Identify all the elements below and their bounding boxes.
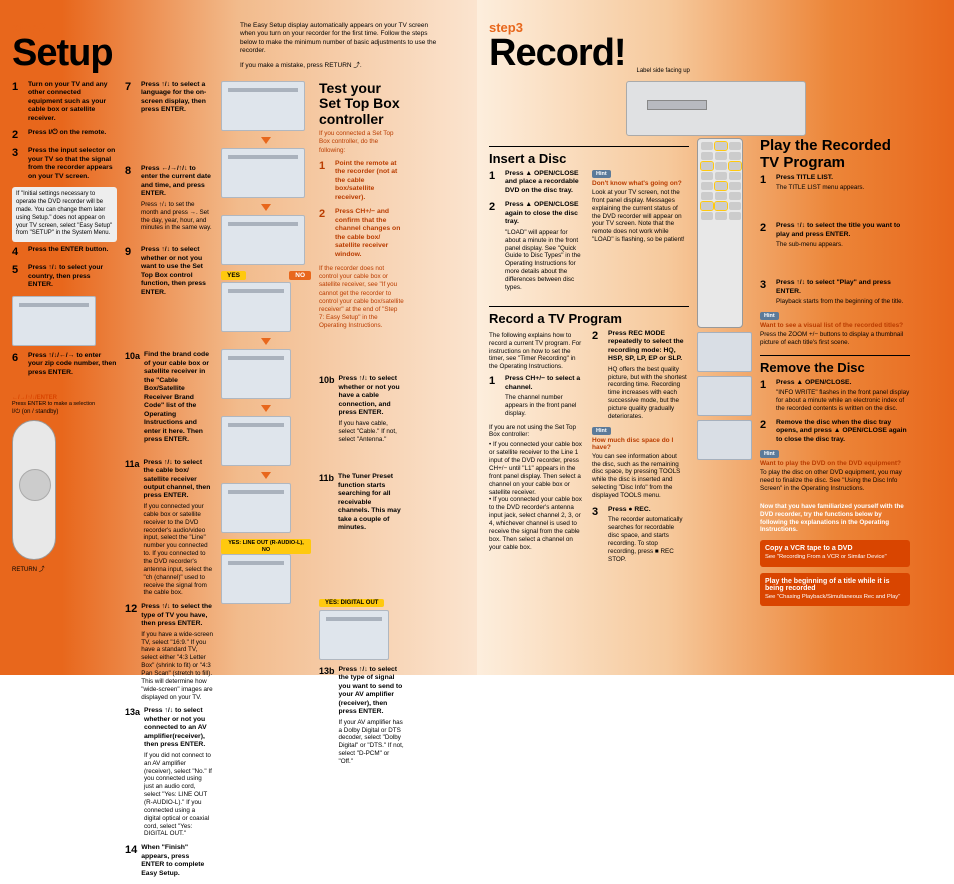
step-2: Press I/⏻ on the remote. xyxy=(28,129,106,141)
remote-label-return: RETURN ⤴ xyxy=(12,564,117,573)
rec-1: Press CH+/− to select a channel. xyxy=(505,375,584,392)
cta-chase-play: Play the beginning of a title while it i… xyxy=(760,573,910,607)
test-stb-title: Test your Set Top Box controller xyxy=(319,81,404,127)
setup-column-2: 7Press ↑/↓ to select a language for the … xyxy=(125,81,213,884)
screenshot-signal xyxy=(319,610,389,660)
setup-intro: The Easy Setup display automatically app… xyxy=(240,22,440,56)
play-2: Press ↑/↓ to select the title you want t… xyxy=(776,222,910,239)
insert-2: Press ▲ OPEN/CLOSE again to close the di… xyxy=(505,201,584,226)
step-9: Press ↑/↓ to select whether or not you w… xyxy=(141,246,213,297)
step-10a: Find the brand code of your cable box or… xyxy=(144,351,213,444)
remote-label-standby: I/⏻ (on / standby) xyxy=(12,409,117,416)
play-1: Press TITLE LIST. xyxy=(776,174,864,182)
hint-space-title: How much disc space do I have? xyxy=(592,437,687,451)
record-title: Record a TV Program xyxy=(489,306,689,326)
insert-1: Press ▲ OPEN/CLOSE and place a recordabl… xyxy=(505,170,584,195)
footer-lead: Now that you have familiarized yourself … xyxy=(760,503,910,534)
note-initial-settings: If "Initial settings necessary to operat… xyxy=(12,187,117,242)
step-1: Turn on your TV and any other connected … xyxy=(28,81,117,123)
chip-no: NO xyxy=(289,271,311,280)
test-stb-lead: If you connected a Set Top Box controlle… xyxy=(319,130,404,155)
screenshot-finish xyxy=(221,554,291,604)
screenshot-lang xyxy=(221,81,305,131)
hint-badge: Hint xyxy=(760,312,779,320)
hint-badge: Hint xyxy=(592,170,611,178)
hint-finalize-title: Want to play the DVD on the DVD equipmen… xyxy=(760,460,910,467)
page-setup: step2 Setup The Easy Setup display autom… xyxy=(0,0,477,675)
remove-2: Remove the disc when the disc tray opens… xyxy=(776,419,910,444)
hint-badge: Hint xyxy=(760,450,779,458)
step-4: Press the ENTER button. xyxy=(28,246,108,258)
remote-illustration xyxy=(12,420,56,560)
arrow-icon xyxy=(261,137,271,144)
hint-load-body: Look at your TV screen, not the front pa… xyxy=(592,189,687,244)
step-11b: The Tuner Preset function starts searchi… xyxy=(338,473,404,532)
record-lead: The following explains how to record a c… xyxy=(489,332,584,371)
test-warn: If the recorder does not control your ca… xyxy=(319,265,404,330)
title-record: Record! xyxy=(489,32,942,75)
screenshot-thumbnails xyxy=(697,420,752,460)
record-right-col: Play the Recorded TV Program 1Press TITL… xyxy=(760,138,910,606)
setup-intro2: If you make a mistake, press RETURN ⤴. xyxy=(240,62,390,70)
screenshot-brand xyxy=(221,282,291,332)
step-3: Press the input selector on your TV so t… xyxy=(28,147,117,181)
rec-2: Press REC MODE repeatedly to select the … xyxy=(608,330,687,364)
label-side-up: Label side facing up xyxy=(637,68,690,74)
setup-column-1: 1Turn on your TV and any other connected… xyxy=(12,81,117,884)
step-12: Press ↑/↓ to select the type of TV you h… xyxy=(141,603,213,628)
screenshot-output xyxy=(221,349,291,399)
step-14: When "Finish" appears, press ENTER to co… xyxy=(141,844,213,878)
screenshot-av xyxy=(221,483,291,533)
recorder-illustration: Label side facing up xyxy=(626,81,806,136)
hint-badge: Hint xyxy=(592,427,611,435)
screenshot-submenu xyxy=(697,376,752,416)
full-remote-illustration xyxy=(697,138,743,328)
rec-3: Press ● REC. xyxy=(608,506,687,514)
remote-hint-enter: Press ENTER to make a selection xyxy=(12,401,117,407)
test-step-2: Press CH+/− and confirm that the channel… xyxy=(335,208,404,259)
step-6: Press ↑/↓/←/→ to enter your zip code num… xyxy=(28,352,117,377)
step-5: Press ↑/↓ to select your country, then p… xyxy=(28,264,117,289)
rec-note: If you are not using the Set Top Box con… xyxy=(489,424,584,440)
step-13a: Press ↑/↓ to select whether or not you c… xyxy=(144,707,213,749)
arrow-icon xyxy=(261,338,271,345)
insert-title: Insert a Disc xyxy=(489,146,689,166)
hint-space-body: You can see information about the disc, … xyxy=(592,453,687,500)
arrow-icon xyxy=(261,405,271,412)
chip-digital-out: YES: DIGITAL OUT xyxy=(319,599,384,607)
remove-1: Press ▲ OPEN/CLOSE. xyxy=(776,379,910,387)
screenshot-stb xyxy=(221,215,305,265)
page-record: step3 Record! Label side facing up Inser… xyxy=(477,0,954,675)
remote-with-highlights xyxy=(697,138,752,606)
hint-load-title: Don't know what's going on? xyxy=(592,180,687,187)
remove-title: Remove the Disc xyxy=(760,355,910,375)
cta-copy-vcr: Copy a VCR tape to a DVD See "Recording … xyxy=(760,540,910,567)
step-11a: Press ↑/↓ to select the cable box/ satel… xyxy=(144,459,213,501)
chip-yes: YES xyxy=(221,271,246,280)
arrow-icon xyxy=(261,204,271,211)
play-3: Press ↑/↓ to select "Play" and press ENT… xyxy=(776,279,910,296)
hint-visual-title: Want to see a visual list of the recorde… xyxy=(760,322,910,329)
step-10b: Press ↑/↓ to select whether or not you h… xyxy=(339,375,404,417)
step-13b: Press ↑/↓ to select the type of signal y… xyxy=(339,666,404,717)
record-left-col: Insert a Disc 1Press ▲ OPEN/CLOSE and pl… xyxy=(489,138,689,606)
screenshot-tvtype xyxy=(221,416,291,466)
setup-column-4: Test your Set Top Box controller If you … xyxy=(319,81,404,884)
setup-column-3: YES NO YES: LINE OUT (R-AUDIO-L), NO xyxy=(221,81,311,884)
step-7: Press ↑/↓ to select a language for the o… xyxy=(141,81,213,115)
step-8: Press ←/→/↑/↓ to enter the current date … xyxy=(141,165,213,199)
play-title: Play the Recorded TV Program xyxy=(760,138,910,171)
test-step-1: Point the remote at the recorder (not at… xyxy=(335,160,404,202)
chip-lineout: YES: LINE OUT (R-AUDIO-L), NO xyxy=(221,539,311,554)
screenshot-title-list xyxy=(697,332,752,372)
screenshot-country xyxy=(12,296,96,346)
screenshot-date xyxy=(221,148,305,198)
arrow-icon xyxy=(261,472,271,479)
